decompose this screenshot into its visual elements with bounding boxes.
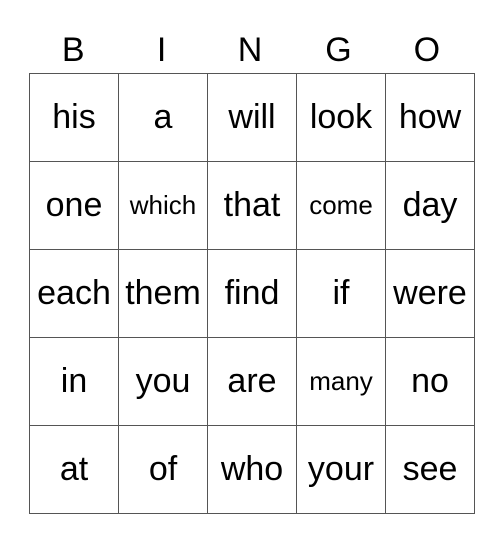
bingo-header: B I N G O (29, 28, 471, 72)
card-cell[interactable]: them (118, 249, 208, 338)
card-cell[interactable]: that (207, 161, 297, 250)
header-letter: I (156, 31, 167, 69)
card-cell[interactable]: who (207, 425, 297, 514)
card-cell[interactable]: one (29, 161, 119, 250)
card-cell[interactable]: your (296, 425, 386, 514)
card-cell[interactable]: see (385, 425, 475, 514)
card-cell[interactable]: his (29, 73, 119, 162)
header-letter: N (237, 31, 263, 69)
card-row: each them find if were (29, 249, 475, 338)
card-cell[interactable]: were (385, 249, 475, 338)
card-cell[interactable]: day (385, 161, 475, 250)
card-cell[interactable]: of (118, 425, 208, 514)
card-cell[interactable]: in (29, 337, 119, 426)
card-cell[interactable]: if (296, 249, 386, 338)
card-cell[interactable]: no (385, 337, 475, 426)
card-cell[interactable]: at (29, 425, 119, 514)
card-cell[interactable]: a (118, 73, 208, 162)
card-row: his a will look how (29, 73, 475, 162)
card-row: one which that come day (29, 161, 475, 250)
card-cell[interactable]: find (207, 249, 297, 338)
header-letter: G (325, 31, 352, 69)
header-letter: O (413, 31, 441, 69)
card-row: in you are many no (29, 337, 475, 426)
card-cell[interactable]: many (296, 337, 386, 426)
card-row: at of who your see (29, 425, 475, 514)
card-cell[interactable]: are (207, 337, 297, 426)
card-cell[interactable]: how (385, 73, 475, 162)
card-cell[interactable]: will (207, 73, 297, 162)
bingo-card: his a will look how one which that come … (29, 73, 475, 514)
card-cell[interactable]: each (29, 249, 119, 338)
header-letter: B (61, 31, 85, 69)
card-cell[interactable]: you (118, 337, 208, 426)
card-cell[interactable]: look (296, 73, 386, 162)
card-cell[interactable]: come (296, 161, 386, 250)
card-cell[interactable]: which (118, 161, 208, 250)
